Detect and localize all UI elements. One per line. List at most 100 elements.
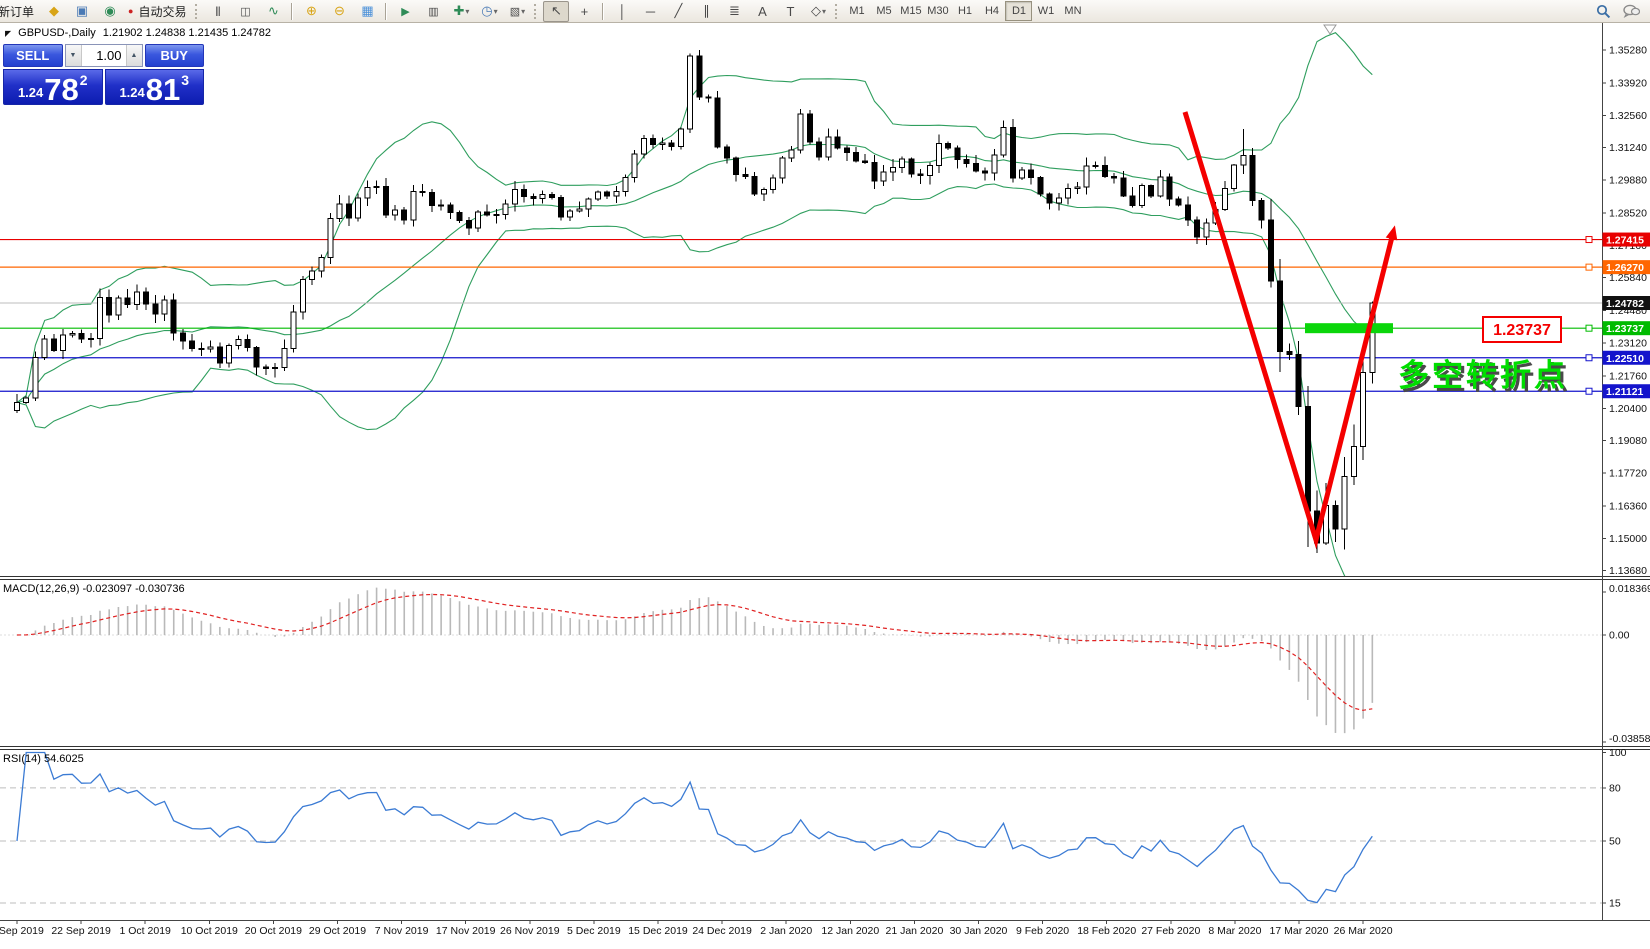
price-tick-label: 1.32560 [1609,110,1647,122]
price-tick-label: 1.33920 [1609,77,1647,89]
zoom-in-icon[interactable]: ⊕ [298,1,324,22]
tab-m15[interactable]: M15 [897,1,924,21]
buy-price[interactable]: 1.24813 [105,69,205,105]
level-anchor[interactable] [1586,264,1592,270]
zoom-out-icon[interactable]: ⊖ [326,1,352,22]
candle-body [70,333,75,335]
vertical-line-icon[interactable]: │ [609,1,635,22]
one-click-collapse-icon[interactable]: ◤ [5,29,11,38]
signals-icon[interactable]: ◉ [97,1,123,22]
volume-up-button[interactable]: ▲ [126,45,142,66]
candle-body [531,196,536,198]
candle-body [1296,354,1301,406]
candle-body [1084,166,1089,187]
profiles-icon[interactable]: ▥ [420,1,446,22]
chat-icon[interactable] [1618,1,1644,22]
toolbar-handle[interactable] [195,4,200,19]
sell-button[interactable]: SELL [3,44,63,67]
rsi-label: RSI(14) 54.6025 [3,753,84,765]
tab-h4[interactable]: H4 [978,1,1005,21]
new-chart-icon[interactable]: ▶ [392,1,418,22]
chart-title: ◤ GBPUSD-,Daily 1.21902 1.24838 1.21435 … [5,27,271,39]
candle-body [448,205,453,213]
candle-body [457,213,462,221]
candle-body [1241,156,1246,166]
candle-body [752,177,757,195]
candlestick-icon[interactable]: ◫ [232,1,258,22]
candle-body [1001,128,1006,155]
turning-point-annotation[interactable]: 多空转折点 [1398,358,1568,393]
candle-body [24,398,29,403]
candle-body [973,163,978,171]
candle-body [1121,178,1126,196]
ohlc-values: 1.21902 1.24838 1.21435 1.24782 [103,27,271,39]
periods-icon[interactable]: ◷▾ [476,1,502,22]
tab-m1[interactable]: M1 [843,1,870,21]
candle-body [134,292,139,305]
candle-body [1038,178,1043,194]
tab-h1[interactable]: H1 [951,1,978,21]
price-tick-label: 1.21760 [1609,370,1647,382]
candle-body [1047,194,1052,203]
candle-body [955,148,960,160]
candle-body [42,339,47,357]
templates-icon[interactable]: ▧▾ [504,1,530,22]
level-anchor[interactable] [1586,325,1592,331]
bar-chart-icon[interactable]: ||| [204,1,230,22]
tab-mn[interactable]: MN [1059,1,1086,21]
date-label: 22 Sep 2019 [51,925,111,937]
date-label: 7 Nov 2019 [375,925,429,937]
horizontal-line-icon[interactable]: ─ [637,1,663,22]
candle-body [1167,177,1172,199]
text-label-icon[interactable]: T [777,1,803,22]
search-icon[interactable] [1590,1,1616,22]
shapes-icon[interactable]: ◇▾ [805,1,831,22]
level-anchor[interactable] [1586,388,1592,394]
price-tick-label: 1.16360 [1609,500,1647,512]
tab-m5[interactable]: M5 [870,1,897,21]
candle-body [125,298,130,305]
trendline-icon[interactable]: ╱ [665,1,691,22]
candle-body [614,192,619,196]
candle-body [1361,372,1366,446]
price-scale-tag-text: 1.27415 [1606,235,1644,247]
candle-body [1351,446,1356,476]
line-chart-icon[interactable]: ∿ [260,1,286,22]
candle-body [881,172,886,181]
volume-down-button[interactable]: ▼ [66,45,82,66]
candle-body [107,297,112,315]
indicators-icon[interactable]: ✚▾ [448,1,474,22]
candle-body [1333,506,1338,529]
new-order-button[interactable]: 新订单 [0,1,39,22]
yellow-tool-icon[interactable]: ◆ [41,1,67,22]
support-highlight-bar[interactable] [1305,323,1393,333]
autotrading-button[interactable]: ● 自动交易 [125,1,191,22]
volume-input[interactable] [82,45,126,66]
tab-m30[interactable]: M30 [924,1,951,21]
text-icon[interactable]: A [749,1,775,22]
level-anchor[interactable] [1586,237,1592,243]
buy-button[interactable]: BUY [145,44,205,67]
cursor-icon[interactable]: ↖ [543,1,569,22]
toolbar-handle[interactable] [835,4,840,19]
candle-body [503,204,508,215]
tab-w1[interactable]: W1 [1032,1,1059,21]
tile-windows-icon[interactable]: ▦ [354,1,380,22]
candle-body [992,155,997,173]
date-label: 18 Feb 2020 [1077,925,1136,937]
candle-body [577,209,582,211]
fibonacci-icon[interactable]: ≣ [721,1,747,22]
candle-body [724,147,729,158]
level-anchor[interactable] [1586,355,1592,361]
toolbar-handle[interactable] [534,4,539,19]
crosshair-icon[interactable]: + [571,1,597,22]
channel-icon[interactable]: ∥ [693,1,719,22]
candle-body [946,143,951,148]
editor-icon[interactable]: ▣ [69,1,95,22]
sell-price[interactable]: 1.24782 [3,69,103,105]
candle-body [171,300,176,333]
candle-body [1112,177,1117,179]
tab-d1[interactable]: D1 [1005,1,1032,21]
date-label: 29 Oct 2019 [309,925,366,937]
price-chart-canvas[interactable]: 1.23737多空转折点多空转折点1.352801.339201.325601.… [0,0,1650,949]
